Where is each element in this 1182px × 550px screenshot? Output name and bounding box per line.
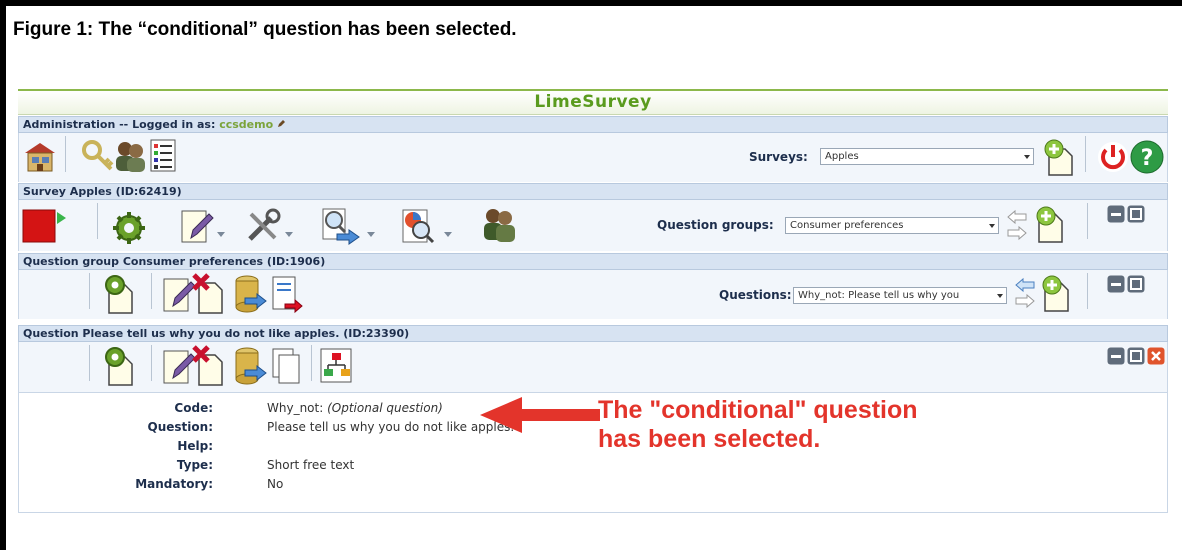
separator	[97, 203, 98, 239]
chevron-down-icon[interactable]	[367, 232, 375, 237]
admin-toolbar: Surveys: Apples ?	[18, 133, 1168, 182]
chevron-down-icon	[989, 224, 995, 228]
stop-survey-icon[interactable]	[22, 208, 68, 248]
surveys-select[interactable]: Apples	[820, 148, 1034, 165]
separator	[1085, 136, 1086, 172]
separator	[311, 345, 312, 381]
delete-group-icon[interactable]	[191, 273, 229, 319]
questions-label: Questions:	[719, 288, 792, 302]
detail-help-row: Help:	[19, 439, 1119, 457]
maximize-icon[interactable]	[1127, 205, 1145, 227]
type-key: Type:	[176, 458, 213, 472]
list-icon[interactable]	[149, 139, 179, 177]
annotation-text: The "conditional" question has been sele…	[598, 396, 918, 453]
group-bar: Question group Consumer preferences (ID:…	[18, 253, 1168, 270]
chevron-down-icon	[1024, 155, 1030, 159]
mandatory-key: Mandatory:	[135, 477, 213, 491]
logged-in-user[interactable]: ccsdemo	[219, 118, 273, 131]
separator	[65, 136, 66, 172]
minimize-icon[interactable]	[1107, 347, 1125, 369]
export-question-icon[interactable]	[233, 346, 267, 390]
users-icon[interactable]	[113, 139, 147, 177]
delete-question-icon[interactable]	[191, 345, 229, 391]
annotation-arrow-icon	[478, 393, 603, 441]
admin-bar: Administration -- Logged in as: ccsdemo	[18, 116, 1168, 133]
survey-bar: Survey Apples (ID:62419)	[18, 183, 1168, 200]
close-icon[interactable]	[1147, 347, 1165, 369]
optional-note: (Optional question)	[327, 401, 443, 415]
mandatory-value: No	[267, 477, 284, 491]
maximize-icon[interactable]	[1127, 347, 1145, 369]
set-conditions-icon[interactable]	[319, 347, 355, 389]
code-key: Code:	[174, 401, 213, 415]
browse-responses-icon[interactable]	[319, 206, 363, 250]
app-header: LimeSurvey	[18, 89, 1168, 115]
question-groups-select[interactable]: Consumer preferences	[785, 217, 999, 234]
surveys-label: Surveys:	[749, 150, 808, 164]
help-key: Help:	[177, 439, 213, 453]
statistics-icon[interactable]	[399, 206, 439, 250]
prev-next-arrows-icon[interactable]	[1014, 277, 1036, 313]
question-bar: Question Please tell us why you do not l…	[18, 325, 1168, 342]
separator	[89, 345, 90, 381]
group-settings-icon[interactable]	[101, 273, 139, 319]
surveys-selected: Apples	[825, 151, 859, 162]
separator	[1087, 273, 1088, 309]
minimize-icon[interactable]	[1107, 275, 1125, 297]
separator	[151, 345, 152, 381]
separator	[89, 273, 90, 309]
chevron-down-icon[interactable]	[444, 232, 452, 237]
survey-toolbar: Question groups: Consumer preferences	[18, 200, 1168, 251]
prev-next-arrows-icon[interactable]	[1006, 209, 1028, 245]
keys-icon[interactable]	[81, 139, 115, 177]
admin-label: Administration -- Logged in as:	[23, 118, 216, 131]
figure-caption: Figure 1: The “conditional” question has…	[13, 19, 517, 40]
chevron-down-icon	[997, 294, 1003, 298]
type-value: Short free text	[267, 458, 355, 472]
add-group-icon[interactable]	[1031, 204, 1069, 248]
add-survey-icon[interactable]	[1041, 139, 1079, 181]
add-question-icon[interactable]	[1037, 273, 1075, 317]
limesurvey-window: LimeSurvey Administration -- Logged in a…	[13, 83, 1171, 513]
logout-icon[interactable]	[1096, 140, 1130, 178]
chevron-down-icon[interactable]	[285, 232, 293, 237]
help-icon[interactable]: ?	[1129, 139, 1165, 179]
copy-question-icon[interactable]	[271, 346, 303, 390]
detail-mandatory-row: Mandatory: No	[19, 477, 1119, 495]
chevron-down-icon[interactable]	[217, 232, 225, 237]
questions-select[interactable]: Why_not: Please tell us why you	[793, 287, 1007, 304]
participants-icon[interactable]	[479, 206, 519, 248]
minimize-icon[interactable]	[1107, 205, 1125, 227]
question-key: Question:	[147, 420, 213, 434]
questions-selected: Why_not: Please tell us why you	[798, 290, 960, 301]
detail-type-row: Type: Short free text	[19, 458, 1119, 476]
svg-text:?: ?	[1141, 146, 1154, 171]
separator	[151, 273, 152, 309]
edit-survey-icon[interactable]	[179, 208, 215, 248]
gear-icon[interactable]	[111, 210, 147, 250]
separator	[1087, 203, 1088, 239]
app-title: LimeSurvey	[534, 92, 652, 112]
export-group-icon[interactable]	[233, 274, 267, 318]
pencil-icon	[277, 117, 286, 127]
question-groups-selected: Consumer preferences	[790, 220, 904, 231]
question-groups-label: Question groups:	[657, 218, 774, 232]
maximize-icon[interactable]	[1127, 275, 1145, 297]
tools-icon[interactable]	[245, 208, 281, 248]
code-value: Why_not: (Optional question)	[267, 401, 443, 415]
home-icon[interactable]	[23, 141, 57, 177]
group-toolbar: Questions: Why_not: Please tell us why y…	[18, 270, 1168, 319]
reorder-icon[interactable]	[271, 274, 303, 318]
question-toolbar	[18, 342, 1168, 392]
question-settings-icon[interactable]	[101, 345, 139, 391]
